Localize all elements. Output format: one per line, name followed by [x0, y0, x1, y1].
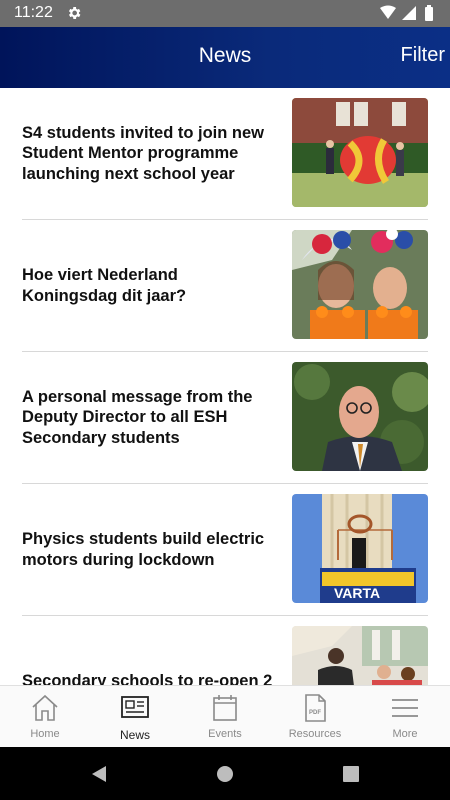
home-circle-icon[interactable]: [214, 763, 236, 785]
signal-icon: [402, 6, 416, 20]
electric-motor-photo: VARTA: [292, 494, 428, 603]
battery-brand-text: VARTA: [334, 585, 380, 601]
nav-label: Resources: [288, 728, 342, 740]
news-title: Physics students build electric motors d…: [22, 530, 265, 569]
recents-icon[interactable]: [340, 763, 362, 785]
news-thumbnail: VARTA: [292, 494, 428, 603]
menu-icon: [392, 699, 418, 717]
news-title: S4 students invited to join new Student …: [22, 123, 265, 183]
pdf-icon: PDF: [305, 694, 326, 722]
bottom-nav: Home News Events PDF Resources More: [0, 685, 450, 747]
news-title: Hoe viert Nederland Koningsdag dit jaar?: [22, 266, 187, 305]
filter-button[interactable]: Filter: [401, 44, 445, 67]
news-item[interactable]: S4 students invited to join new Student …: [22, 88, 428, 220]
gear-icon: [68, 7, 81, 19]
news-item[interactable]: A personal message from the Deputy Direc…: [22, 352, 428, 484]
newspaper-icon: [121, 696, 149, 718]
news-thumbnail: [292, 98, 428, 207]
nav-item-resources[interactable]: PDF Resources: [270, 686, 360, 748]
nav-label: Events: [208, 728, 242, 740]
nav-label: More: [392, 728, 418, 740]
pdf-icon-text: PDF: [309, 710, 321, 716]
news-title: A personal message from the Deputy Direc…: [22, 387, 253, 447]
nav-item-home[interactable]: Home: [0, 686, 90, 748]
app-header: News Filter: [0, 27, 450, 88]
battery-icon: [425, 5, 433, 21]
nav-item-events[interactable]: Events: [180, 686, 270, 748]
news-list[interactable]: S4 students invited to join new Student …: [0, 88, 450, 685]
news-item[interactable]: Secondary schools to re-open 2: [22, 616, 428, 685]
classroom-photo: [292, 626, 428, 685]
nav-item-news[interactable]: News: [90, 686, 180, 748]
news-item[interactable]: Physics students build electric motors d…: [22, 484, 428, 616]
nav-item-more[interactable]: More: [360, 686, 450, 748]
news-item[interactable]: Hoe viert Nederland Koningsdag dit jaar?: [22, 220, 428, 352]
deputy-director-portrait: [292, 362, 428, 471]
page-title: News: [198, 44, 252, 67]
status-time: 11:22: [14, 4, 53, 21]
home-icon: [32, 694, 58, 721]
nav-label: News: [119, 728, 150, 742]
status-bar: 11:22: [0, 0, 450, 27]
news-title: Secondary schools to re-open 2: [22, 672, 273, 685]
back-icon[interactable]: [88, 763, 110, 785]
news-thumbnail: [292, 362, 428, 471]
wifi-icon: [380, 5, 396, 19]
koningsdag-girls-photo: [292, 230, 428, 339]
students-with-ball-photo: [292, 98, 428, 207]
nav-label: Home: [30, 728, 60, 740]
news-thumbnail: [292, 626, 428, 685]
calendar-icon: [213, 695, 237, 721]
app-screen: 11:22 News Filter S4 students invited to…: [0, 0, 450, 800]
system-nav: [0, 747, 450, 800]
system-status-icons: [380, 5, 433, 21]
news-thumbnail: [292, 230, 428, 339]
